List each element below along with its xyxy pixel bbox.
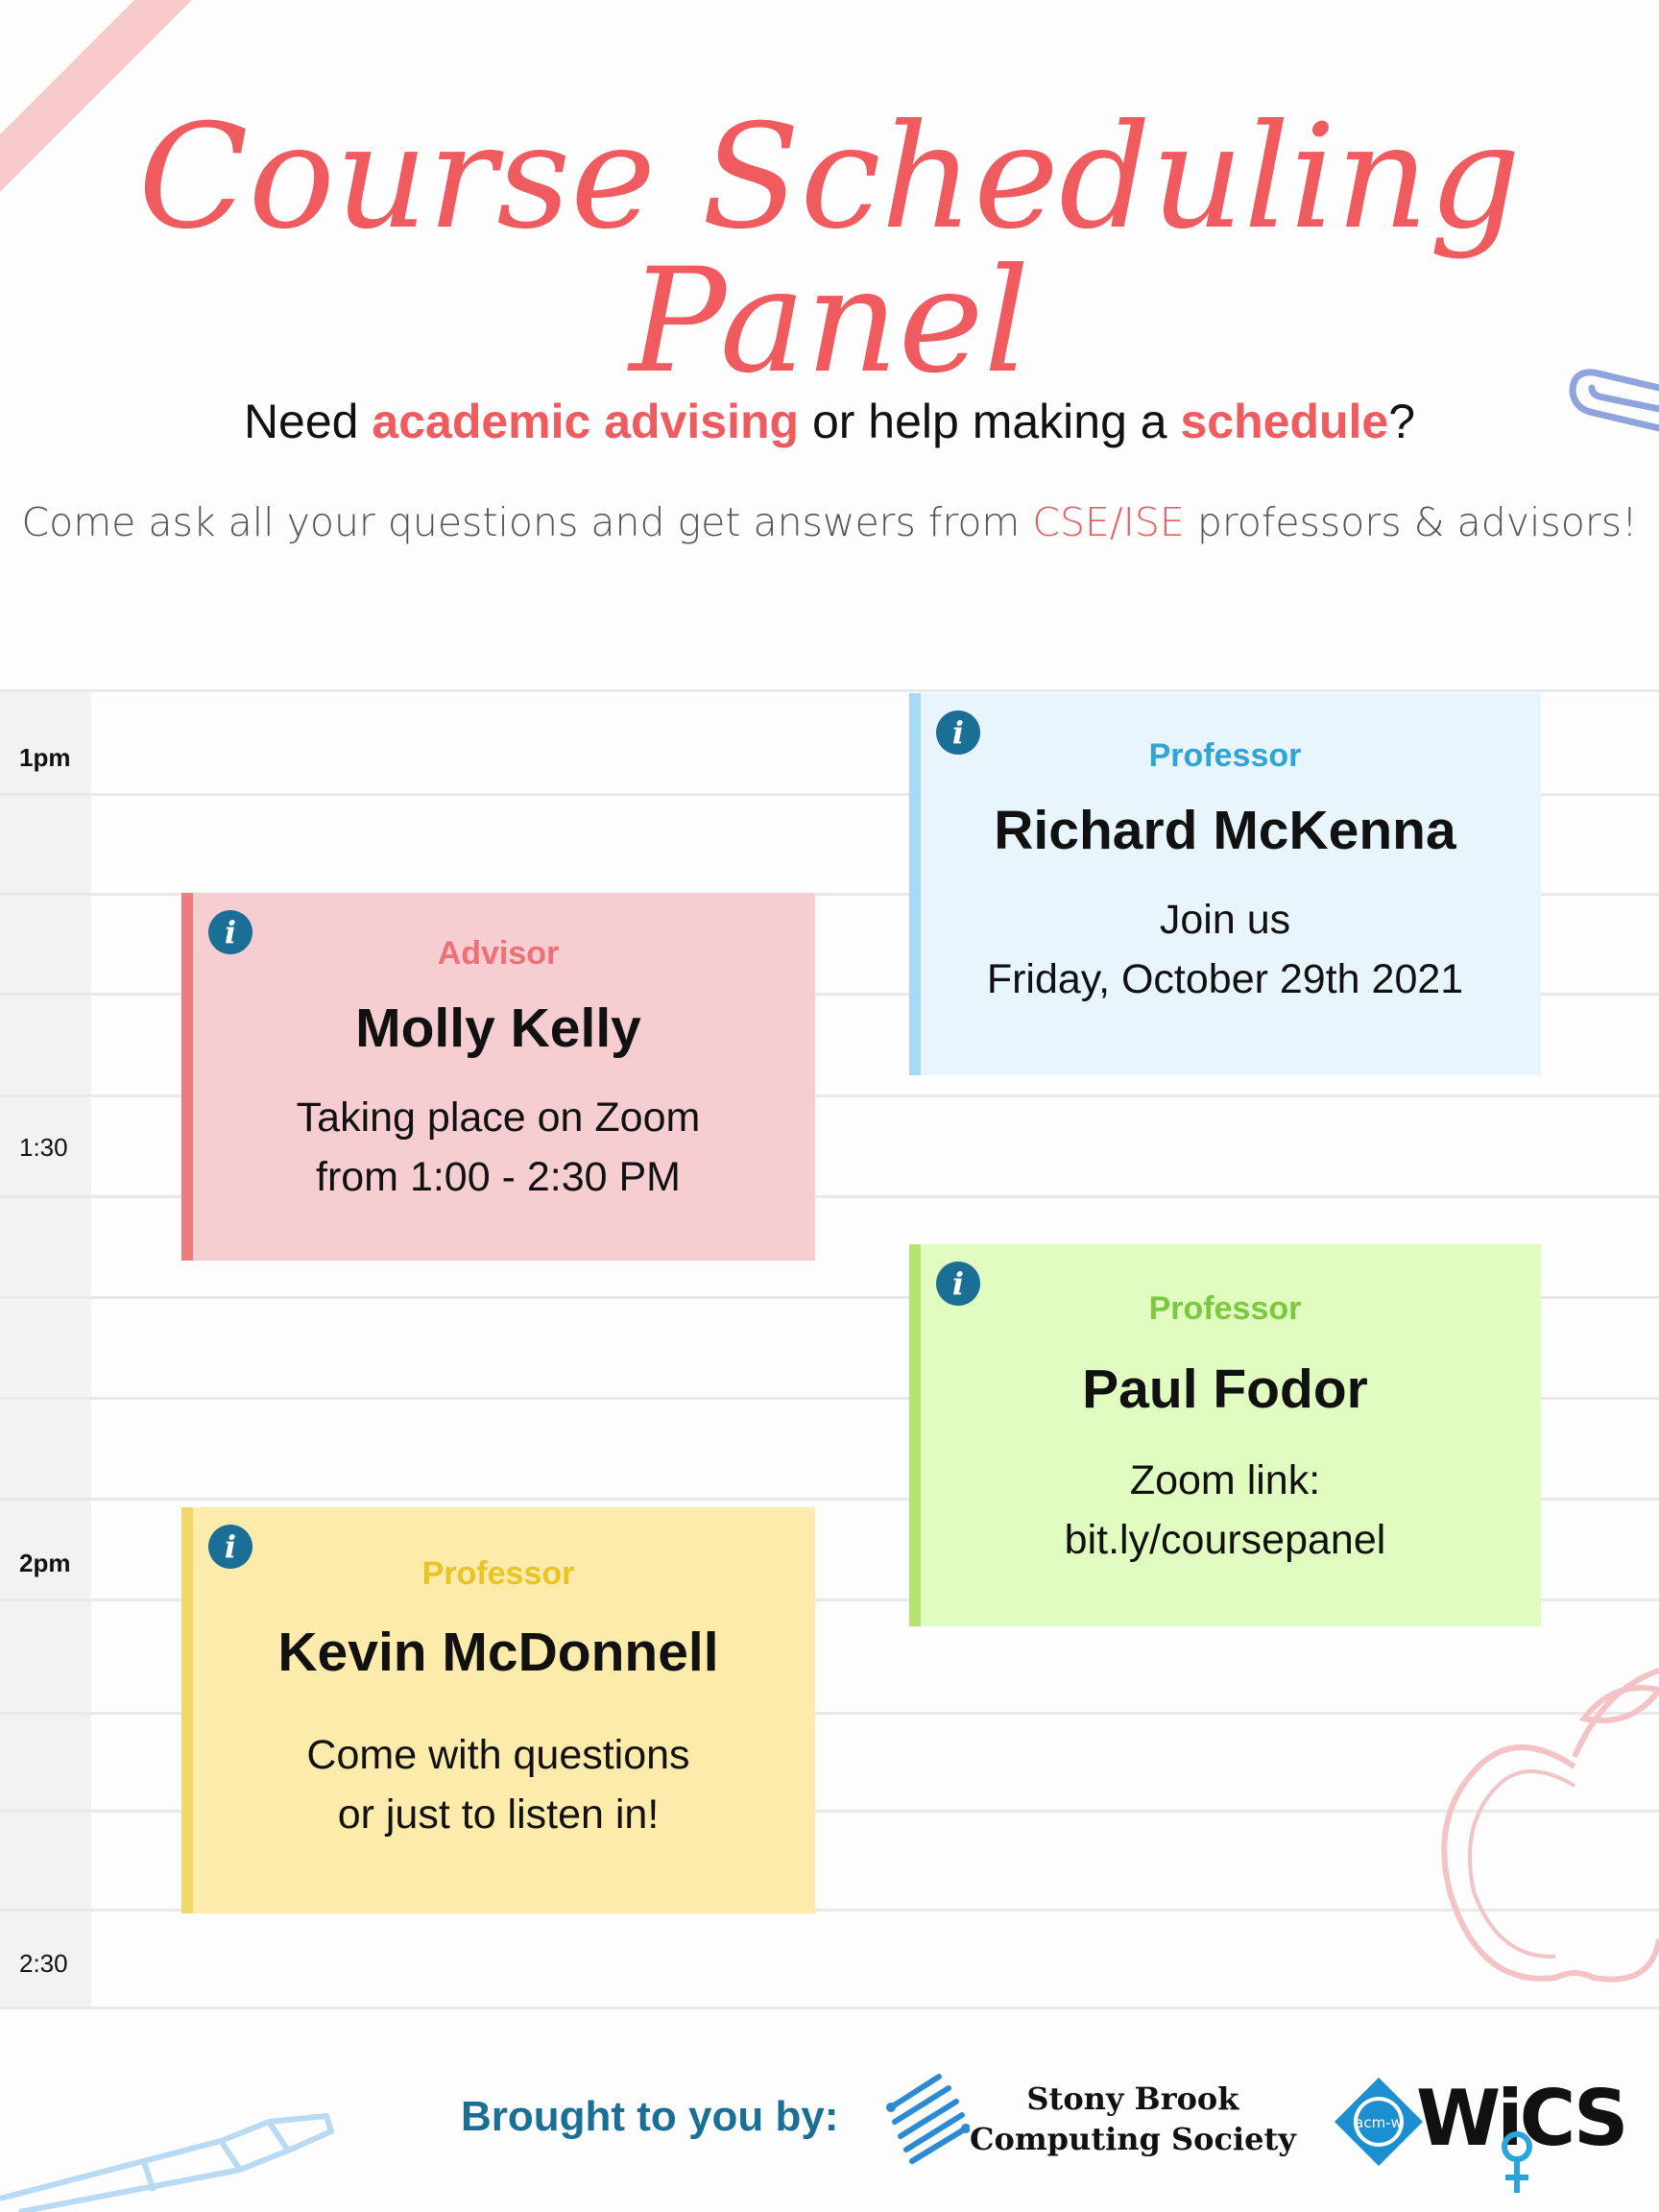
tagline: Come ask all your questions and get answ… [21, 499, 1638, 545]
time-label: 1:30 [19, 1133, 68, 1162]
card-name: Richard McKenna [994, 800, 1456, 861]
card-role: Professor [1148, 737, 1302, 774]
grid-line [0, 2007, 1659, 2009]
sbcs-logo-icon [886, 2074, 970, 2164]
female-symbol-icon [1502, 2131, 1532, 2193]
card-detail-line2: Friday, October 29th 2021 [986, 956, 1464, 1002]
card-role: Professor [1148, 1290, 1302, 1327]
svg-text:acm-w: acm-w [1355, 2114, 1403, 2131]
page-title: Course Scheduling Panel [137, 94, 1522, 405]
apple-icon [1441, 1668, 1659, 1983]
pen-icon [0, 2113, 334, 2212]
grid-line [0, 689, 1659, 692]
event-card-molly-kelly[interactable]: i Advisor Molly Kelly Taking place on Zo… [181, 893, 815, 1261]
card-role: Advisor [437, 935, 560, 972]
card-detail-line1: Come with questions [306, 1732, 690, 1778]
card-detail-line2: from 1:00 - 2:30 PM [316, 1154, 681, 1200]
card-role: Professor [421, 1555, 575, 1592]
card-name: Paul Fodor [1082, 1358, 1368, 1420]
event-card-paul-fodor[interactable]: i Professor Paul Fodor Zoom link: bit.ly… [909, 1244, 1541, 1626]
acm-w-logo-icon: acm-w [1334, 2078, 1423, 2166]
card-detail-line1: Taking place on Zoom [296, 1094, 701, 1141]
time-label: 2:30 [19, 1949, 68, 1978]
card-detail-line1: Zoom link: [1129, 1457, 1321, 1503]
card-name: Molly Kelly [355, 998, 641, 1059]
subtitle: Need academic advising or help making a … [243, 395, 1416, 448]
event-card-kevin-mcdonnell[interactable]: i Professor Kevin McDonnell Come with qu… [181, 1507, 815, 1913]
time-label: 1pm [19, 743, 71, 772]
event-card-richard-mckenna[interactable]: i Professor Richard McKenna Join us Frid… [909, 693, 1541, 1075]
footer-label: Brought to you by: [461, 2093, 839, 2140]
card-name: Kevin McDonnell [277, 1622, 719, 1683]
card-detail-line2: or just to listen in! [337, 1791, 660, 1838]
time-label: 2pm [19, 1549, 71, 1577]
card-detail-line1: Join us [1159, 897, 1291, 943]
card-detail-line2: bit.ly/coursepanel [1064, 1517, 1386, 1563]
sbcs-logo-text: Stony Brook Computing Society [970, 2080, 1296, 2157]
